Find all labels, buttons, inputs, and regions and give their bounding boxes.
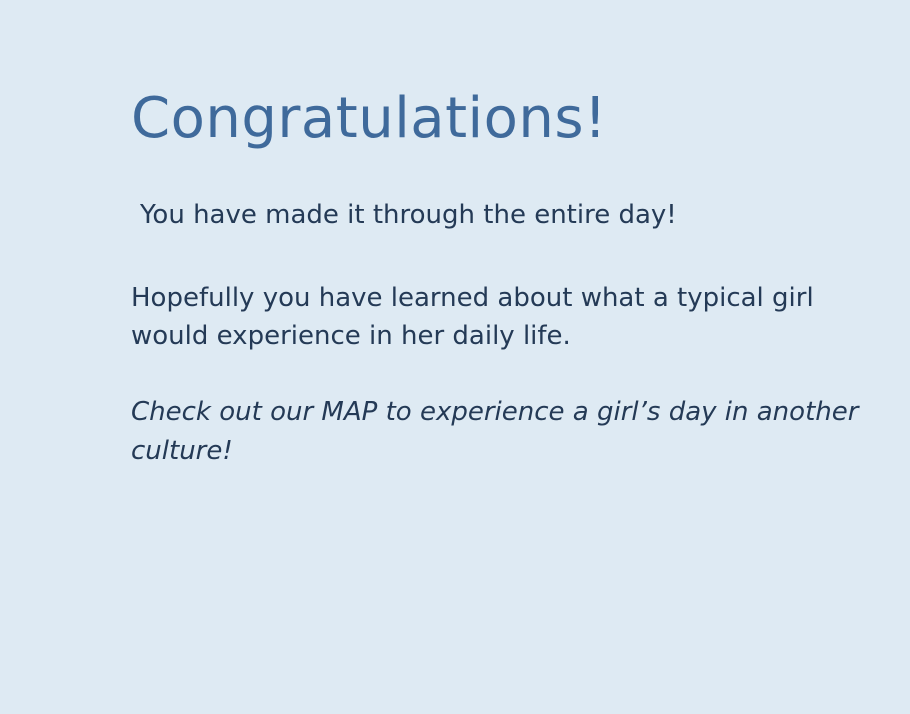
learning-message: Hopefully you have learned about what a … bbox=[131, 283, 814, 351]
congratulations-screen: Congratulations! You have made it throug… bbox=[0, 0, 910, 714]
page-title: Congratulations! bbox=[131, 86, 607, 151]
map-prompt: Check out our MAP to experience a girl’s… bbox=[131, 397, 859, 466]
completion-message: You have made it through the entire day! bbox=[140, 200, 677, 230]
